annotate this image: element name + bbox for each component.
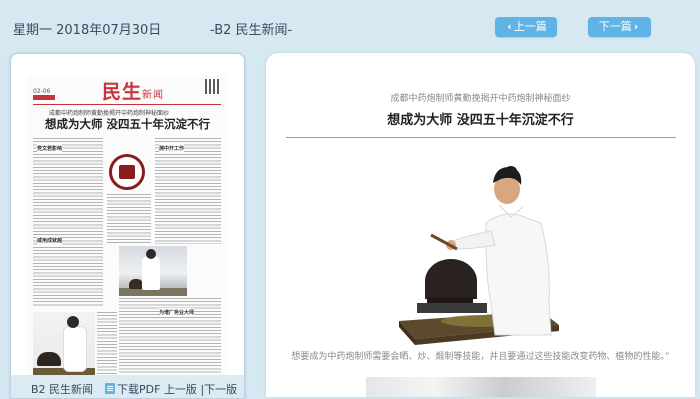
lab-photo-thumbnail: [119, 246, 187, 296]
top-bar: 星期一 2018年07月30日 -B2 民生新闻- ‹ 上一篇 下一篇 ›: [0, 0, 700, 52]
footer-section-label: B2 民生新闻: [31, 383, 94, 396]
footer-links: 下载PDF 上一版 |下一版: [105, 381, 237, 397]
next-article-label: 下一篇: [598, 20, 632, 33]
masthead-title: 民生新闻: [102, 81, 165, 103]
text-column: [107, 194, 151, 244]
article-kicker: 成都中药炮制师黄勤挽揭开中药炮制神秘面纱: [390, 94, 571, 104]
section-title: -B2 民生新闻-: [210, 23, 293, 38]
qr-code-icon: [205, 79, 220, 94]
newspaper-page-thumbnail[interactable]: 02-06 民生新闻 成都中药炮制师黄勤挽揭开中药炮制神秘面纱 想成为大师 没四…: [27, 76, 227, 398]
masthead-tag: [33, 95, 55, 100]
pharmacist-photo-thumbnail: [33, 312, 95, 380]
next-article-button[interactable]: 下一篇 ›: [588, 17, 651, 37]
title-divider: [286, 137, 676, 138]
thumbnail-subhead: 为增厂务业大师: [159, 308, 195, 317]
chevron-right-icon: ›: [633, 20, 639, 33]
prev-page-link[interactable]: 上一版: [164, 383, 197, 396]
text-column: [155, 138, 221, 244]
prev-article-button[interactable]: ‹ 上一篇: [495, 17, 557, 37]
thumbnail-footer: B2 民生新闻 下载PDF 上一版 |下一版: [11, 375, 244, 398]
photo-caption: 想要成为中药炮制师需要会晒、炒、煅制等技能，并且要通过这些技能改变药物、植物的性…: [291, 352, 670, 362]
chevron-left-icon: ‹: [507, 20, 512, 33]
article-title: 想成为大师 没四五十年沉淀不行: [387, 113, 574, 128]
second-photo-preview: [366, 377, 596, 397]
next-page-link[interactable]: 下一版: [204, 383, 237, 396]
article-panel: 成都中药炮制师黄勤挽揭开中药炮制神秘面纱 想成为大师 没四五十年沉淀不行 想要成…: [266, 53, 695, 397]
thumbnail-subhead: 党文若影响: [37, 144, 63, 153]
text-column: [33, 138, 103, 306]
issue-date: 星期一 2018年07月30日: [13, 23, 162, 38]
masthead-date: 02-06: [33, 88, 51, 95]
column-badge-icon: [109, 154, 145, 190]
article-photo: [399, 166, 559, 345]
masthead-rule: [33, 104, 221, 105]
thumbnail-subhead: 溯中开工作: [159, 144, 185, 153]
thumbnail-subhead: 咸用成就越: [37, 236, 63, 245]
thumbnail-headline: 想成为大师 没四五十年沉淀不行: [45, 117, 211, 131]
pdf-icon: [105, 383, 115, 394]
download-pdf-link[interactable]: 下载PDF: [105, 383, 160, 396]
prev-article-label: 上一篇: [513, 20, 547, 33]
page-thumbnail-panel: 02-06 民生新闻 成都中药炮制师黄勤挽揭开中药炮制神秘面纱 想成为大师 没四…: [10, 53, 245, 399]
